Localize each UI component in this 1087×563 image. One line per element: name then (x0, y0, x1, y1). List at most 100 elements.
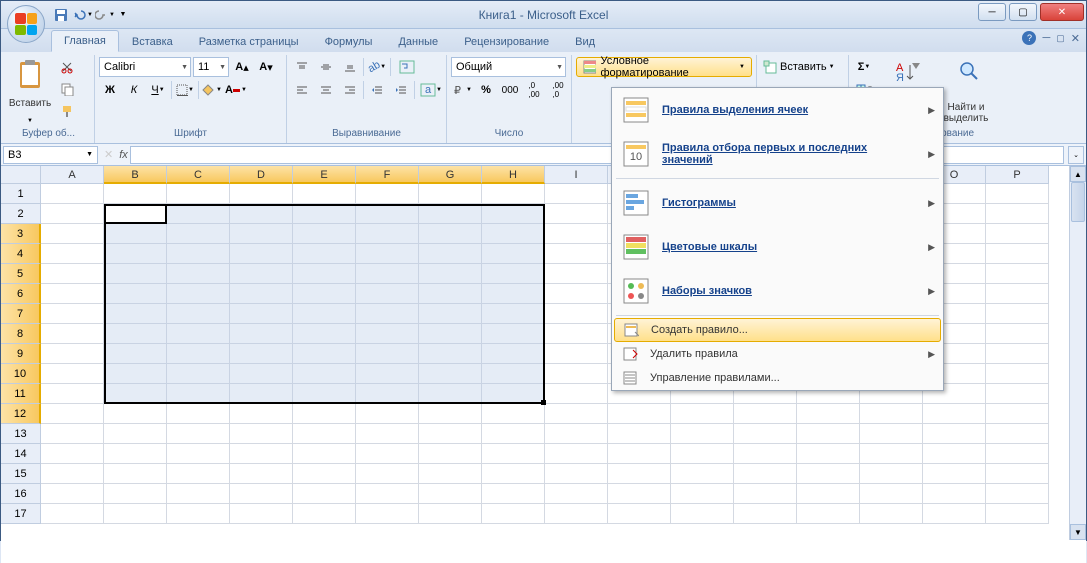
cell[interactable] (986, 344, 1049, 364)
cell[interactable] (419, 324, 482, 344)
cf-menu-item[interactable]: Правила выделения ячеек▶ (612, 88, 943, 132)
name-box[interactable]: B3▼ (3, 146, 98, 164)
font-name-combo[interactable]: Calibri▼ (99, 57, 191, 77)
cell[interactable] (104, 404, 167, 424)
cell[interactable] (482, 204, 545, 224)
cell[interactable] (419, 224, 482, 244)
align-middle-icon[interactable] (315, 57, 337, 77)
column-header[interactable]: H (482, 166, 545, 184)
cell[interactable] (293, 364, 356, 384)
cell[interactable] (482, 364, 545, 384)
cell[interactable] (734, 464, 797, 484)
cut-icon[interactable] (56, 57, 78, 77)
cell[interactable] (734, 484, 797, 504)
cell[interactable] (545, 304, 608, 324)
vertical-scrollbar[interactable]: ▲ ▼ (1069, 166, 1086, 540)
cell[interactable] (356, 424, 419, 444)
close-button[interactable]: ✕ (1040, 3, 1084, 21)
cell[interactable] (356, 264, 419, 284)
cell[interactable] (230, 344, 293, 364)
increase-indent-icon[interactable] (390, 80, 412, 100)
cell[interactable] (293, 304, 356, 324)
cell[interactable] (797, 504, 860, 524)
autosum-icon[interactable]: Σ▼ (853, 57, 875, 77)
cell[interactable] (860, 504, 923, 524)
cell[interactable] (923, 464, 986, 484)
decrease-decimal-icon[interactable]: ,00,0 (547, 80, 569, 100)
cell[interactable] (671, 444, 734, 464)
align-left-icon[interactable] (291, 80, 313, 100)
row-header[interactable]: 1 (1, 184, 41, 204)
cell[interactable] (41, 324, 104, 344)
column-header[interactable]: B (104, 166, 167, 184)
cell[interactable] (104, 284, 167, 304)
cell[interactable] (230, 424, 293, 444)
cell[interactable] (923, 484, 986, 504)
number-format-combo[interactable]: Общий▼ (451, 57, 566, 77)
cell[interactable] (356, 504, 419, 524)
cell[interactable] (41, 304, 104, 324)
cell[interactable] (230, 244, 293, 264)
cell[interactable] (356, 364, 419, 384)
cell[interactable] (419, 264, 482, 284)
cell[interactable] (545, 264, 608, 284)
align-center-icon[interactable] (315, 80, 337, 100)
cell[interactable] (104, 264, 167, 284)
cell[interactable] (230, 224, 293, 244)
cf-menu-item[interactable]: Гистограммы▶ (612, 181, 943, 225)
paste-button[interactable]: Вставить ▼ (7, 57, 53, 126)
cell[interactable] (482, 244, 545, 264)
fill-color-icon[interactable]: ▼ (201, 80, 223, 100)
cell[interactable] (482, 264, 545, 284)
cell[interactable] (293, 224, 356, 244)
cell[interactable] (608, 484, 671, 504)
cell[interactable] (293, 484, 356, 504)
cell[interactable] (41, 504, 104, 524)
cell[interactable] (356, 304, 419, 324)
cell[interactable] (230, 504, 293, 524)
cf-menu-item[interactable]: Цветовые шкалы▶ (612, 225, 943, 269)
row-header[interactable]: 11 (1, 384, 41, 404)
insert-cells-button[interactable]: Вставить▼ (761, 57, 841, 77)
cell[interactable] (167, 244, 230, 264)
row-header[interactable]: 15 (1, 464, 41, 484)
cell[interactable] (986, 384, 1049, 404)
decrease-indent-icon[interactable] (366, 80, 388, 100)
cell[interactable] (419, 384, 482, 404)
row-header[interactable]: 3 (1, 224, 41, 244)
cell[interactable] (545, 464, 608, 484)
format-painter-icon[interactable] (56, 101, 78, 121)
column-header[interactable]: E (293, 166, 356, 184)
cell[interactable] (482, 284, 545, 304)
cell[interactable] (419, 184, 482, 204)
cell[interactable] (860, 464, 923, 484)
column-header[interactable]: D (230, 166, 293, 184)
cell[interactable] (167, 504, 230, 524)
cell[interactable] (293, 284, 356, 304)
cell[interactable] (482, 184, 545, 204)
cell[interactable] (482, 444, 545, 464)
bold-icon[interactable]: Ж (99, 80, 121, 100)
cell[interactable] (41, 364, 104, 384)
cell[interactable] (167, 484, 230, 504)
cell[interactable] (41, 264, 104, 284)
cf-menu-item[interactable]: 10Правила отбора первых и последних знач… (612, 132, 943, 176)
cell[interactable] (860, 444, 923, 464)
column-header[interactable]: A (41, 166, 104, 184)
cf-menu-item[interactable]: Наборы значков▶ (612, 269, 943, 313)
doc-restore-icon[interactable]: ▢ (1056, 33, 1065, 44)
column-header[interactable]: I (545, 166, 608, 184)
cell[interactable] (293, 324, 356, 344)
minimize-button[interactable]: ─ (978, 3, 1006, 21)
cell[interactable] (356, 404, 419, 424)
cell[interactable] (104, 204, 167, 224)
tab-разметка страницы[interactable]: Разметка страницы (186, 31, 312, 52)
cell[interactable] (167, 364, 230, 384)
cell[interactable] (419, 344, 482, 364)
cell[interactable] (608, 404, 671, 424)
cell[interactable] (986, 184, 1049, 204)
row-header[interactable]: 6 (1, 284, 41, 304)
cell[interactable] (356, 184, 419, 204)
row-header[interactable]: 8 (1, 324, 41, 344)
cell[interactable] (41, 404, 104, 424)
